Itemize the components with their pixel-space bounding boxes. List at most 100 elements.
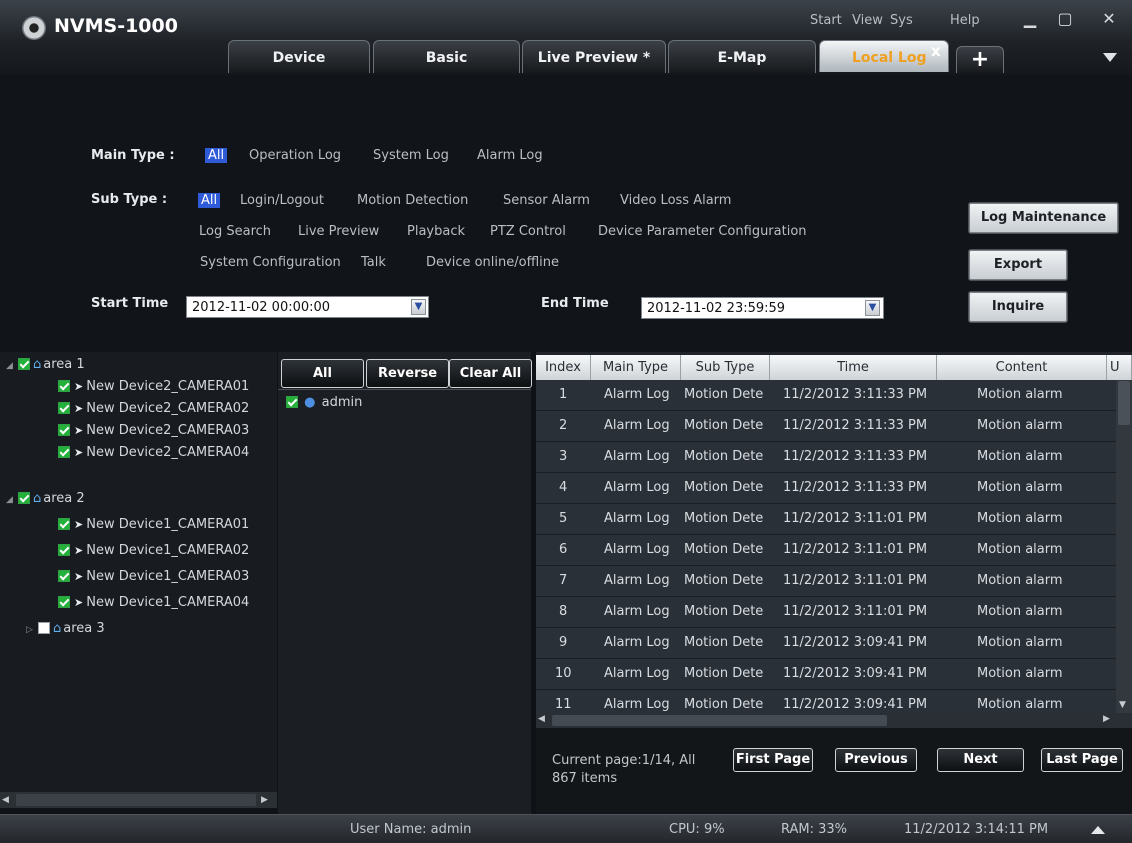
table-row[interactable]: 9 Alarm Log Motion Dete 11/2/2012 3:09:4… bbox=[536, 628, 1116, 659]
reverse-selection-button[interactable]: Reverse bbox=[366, 359, 449, 388]
tree-camera[interactable]: ➤ New Device1_CAMERA04 bbox=[58, 592, 249, 614]
tree-area-2[interactable]: ◢ ⌂ area 2 bbox=[6, 488, 85, 510]
menu-sys[interactable]: Sys bbox=[890, 13, 913, 28]
scroll-thumb[interactable] bbox=[1118, 381, 1130, 425]
column-header-u[interactable]: U bbox=[1107, 355, 1132, 380]
scroll-left-icon[interactable]: ◀ bbox=[538, 714, 545, 724]
tab-e-map[interactable]: E-Map bbox=[668, 40, 816, 73]
clear-all-users-button[interactable]: Clear All bbox=[449, 359, 532, 388]
main-type-all[interactable]: All bbox=[205, 148, 228, 163]
camera-checkbox[interactable] bbox=[58, 569, 70, 582]
sub-type-motion-detection[interactable]: Motion Detection bbox=[357, 193, 468, 208]
scroll-right-icon[interactable]: ▶ bbox=[261, 794, 273, 806]
table-row[interactable]: 6 Alarm Log Motion Dete 11/2/2012 3:11:0… bbox=[536, 535, 1116, 566]
sub-type-video-loss-alarm[interactable]: Video Loss Alarm bbox=[620, 193, 731, 208]
tab-basic[interactable]: Basic bbox=[373, 40, 520, 73]
close-window-icon[interactable]: ✕ bbox=[1096, 7, 1122, 31]
sub-type-talk[interactable]: Talk bbox=[361, 255, 386, 270]
next-page-button[interactable]: Next bbox=[937, 748, 1024, 772]
first-page-button[interactable]: First Page bbox=[733, 748, 813, 772]
table-row[interactable]: 8 Alarm Log Motion Dete 11/2/2012 3:11:0… bbox=[536, 597, 1116, 628]
expand-icon[interactable]: ▷ bbox=[26, 619, 38, 641]
sub-type-playback[interactable]: Playback bbox=[407, 224, 465, 239]
tree-horizontal-scrollbar[interactable]: ◀ ▶ bbox=[0, 792, 277, 808]
sub-type-ptz-control[interactable]: PTZ Control bbox=[490, 224, 566, 239]
tree-camera[interactable]: ➤ New Device2_CAMERA04 bbox=[58, 442, 249, 464]
collapse-icon[interactable]: ◢ bbox=[6, 355, 18, 377]
menu-view[interactable]: View bbox=[852, 13, 883, 28]
table-row[interactable]: 4 Alarm Log Motion Dete 11/2/2012 3:11:3… bbox=[536, 473, 1116, 504]
sub-type-system-configuration[interactable]: System Configuration bbox=[200, 255, 341, 270]
user-list-item[interactable]: ● admin bbox=[286, 392, 362, 414]
user-checkbox[interactable] bbox=[286, 395, 298, 408]
end-time-dropdown-icon[interactable]: ▼ bbox=[865, 300, 880, 316]
tree-camera[interactable]: ➤ New Device1_CAMERA01 bbox=[58, 514, 249, 536]
start-time-field[interactable]: 2012-11-02 00:00:00 bbox=[186, 296, 429, 318]
sub-type-log-search[interactable]: Log Search bbox=[199, 224, 271, 239]
main-type-alarm-log[interactable]: Alarm Log bbox=[477, 148, 543, 163]
area-2-checkbox[interactable] bbox=[18, 491, 30, 504]
scroll-thumb[interactable] bbox=[552, 715, 887, 726]
column-header-main-type[interactable]: Main Type bbox=[591, 355, 681, 380]
main-type-operation-log[interactable]: Operation Log bbox=[249, 148, 341, 163]
camera-checkbox[interactable] bbox=[58, 517, 70, 530]
table-row[interactable]: 2 Alarm Log Motion Dete 11/2/2012 3:11:3… bbox=[536, 411, 1116, 442]
scroll-right-icon[interactable]: ▶ bbox=[1103, 714, 1110, 724]
expand-panel-icon[interactable] bbox=[1091, 826, 1105, 834]
start-time-dropdown-icon[interactable]: ▼ bbox=[411, 299, 426, 315]
tab-list-dropdown-icon[interactable] bbox=[1103, 53, 1117, 62]
tree-camera[interactable]: ➤ New Device1_CAMERA03 bbox=[58, 566, 249, 588]
table-row[interactable]: 3 Alarm Log Motion Dete 11/2/2012 3:11:3… bbox=[536, 442, 1116, 473]
tab-live-preview[interactable]: Live Preview * bbox=[522, 40, 666, 73]
add-tab-icon[interactable]: + bbox=[956, 46, 1004, 73]
table-horizontal-scrollbar[interactable]: ◀ ▶ bbox=[536, 713, 1132, 728]
minimize-icon[interactable]: ▁ bbox=[1017, 7, 1043, 31]
sub-type-sensor-alarm[interactable]: Sensor Alarm bbox=[503, 193, 590, 208]
camera-checkbox[interactable] bbox=[58, 595, 70, 608]
collapse-icon[interactable]: ◢ bbox=[6, 489, 18, 511]
camera-checkbox[interactable] bbox=[58, 543, 70, 556]
tree-camera[interactable]: ➤ New Device1_CAMERA02 bbox=[58, 540, 249, 562]
sub-type-all[interactable]: All bbox=[198, 193, 221, 208]
sub-type-login-logout[interactable]: Login/Logout bbox=[240, 193, 324, 208]
camera-checkbox[interactable] bbox=[58, 445, 70, 458]
tree-camera[interactable]: ➤ New Device2_CAMERA03 bbox=[58, 420, 249, 442]
menu-help[interactable]: Help bbox=[950, 13, 980, 28]
column-header-time[interactable]: Time bbox=[770, 355, 937, 380]
area-1-checkbox[interactable] bbox=[18, 357, 30, 370]
camera-checkbox[interactable] bbox=[58, 379, 70, 392]
tab-device[interactable]: Device bbox=[228, 40, 370, 73]
tree-area-3[interactable]: ▷ ⌂ area 3 bbox=[26, 618, 105, 640]
inquire-button[interactable]: Inquire bbox=[968, 291, 1068, 323]
sub-type-device-online-offline[interactable]: Device online/offline bbox=[426, 255, 559, 270]
maximize-icon[interactable]: ▢ bbox=[1052, 7, 1078, 31]
column-header-index[interactable]: Index bbox=[536, 355, 591, 380]
sub-type-live-preview[interactable]: Live Preview bbox=[298, 224, 379, 239]
tree-camera[interactable]: ➤ New Device2_CAMERA02 bbox=[58, 398, 249, 420]
menu-start[interactable]: Start bbox=[810, 13, 842, 28]
scroll-thumb[interactable] bbox=[16, 794, 256, 806]
column-header-sub-type[interactable]: Sub Type bbox=[681, 355, 770, 380]
tree-area-1[interactable]: ◢ ⌂ area 1 bbox=[6, 354, 85, 376]
camera-checkbox[interactable] bbox=[58, 401, 70, 414]
scroll-left-icon[interactable]: ◀ bbox=[2, 794, 14, 806]
sub-type-device-parameter-configuration[interactable]: Device Parameter Configuration bbox=[598, 224, 807, 239]
last-page-button[interactable]: Last Page bbox=[1041, 748, 1123, 772]
table-row[interactable]: 5 Alarm Log Motion Dete 11/2/2012 3:11:0… bbox=[536, 504, 1116, 535]
camera-checkbox[interactable] bbox=[58, 423, 70, 436]
scroll-down-icon[interactable]: ▼ bbox=[1119, 700, 1126, 710]
previous-page-button[interactable]: Previous bbox=[835, 748, 917, 772]
table-row[interactable]: 11 Alarm Log Motion Dete 11/2/2012 3:09:… bbox=[536, 690, 1116, 713]
end-time-field[interactable]: 2012-11-02 23:59:59 bbox=[641, 297, 884, 319]
select-all-users-button[interactable]: All bbox=[281, 359, 364, 388]
tree-camera[interactable]: ➤ New Device2_CAMERA01 bbox=[58, 376, 249, 398]
table-vertical-scrollbar[interactable]: ▼ bbox=[1116, 380, 1132, 715]
main-type-system-log[interactable]: System Log bbox=[373, 148, 449, 163]
table-row[interactable]: 7 Alarm Log Motion Dete 11/2/2012 3:11:0… bbox=[536, 566, 1116, 597]
tab-close-icon[interactable]: x bbox=[931, 42, 941, 60]
column-header-content[interactable]: Content bbox=[937, 355, 1107, 380]
table-row[interactable]: 1 Alarm Log Motion Dete 11/2/2012 3:11:3… bbox=[536, 380, 1116, 411]
tab-local-log[interactable]: Local Log bbox=[819, 40, 949, 72]
area-3-checkbox[interactable] bbox=[38, 621, 50, 634]
export-button[interactable]: Export bbox=[968, 249, 1068, 281]
